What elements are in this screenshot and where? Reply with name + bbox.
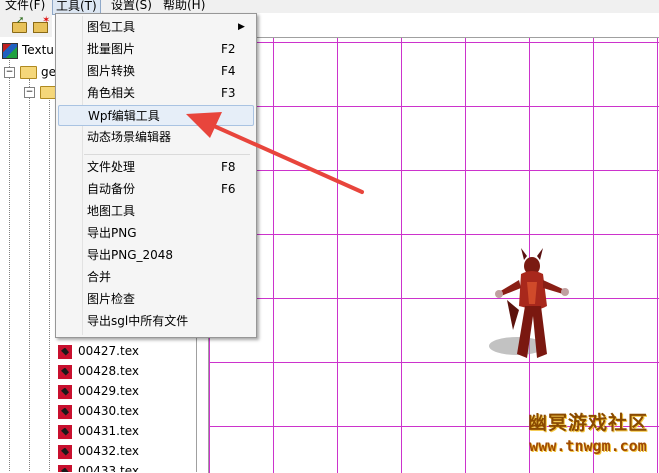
annotation-arrow (186, 112, 364, 194)
